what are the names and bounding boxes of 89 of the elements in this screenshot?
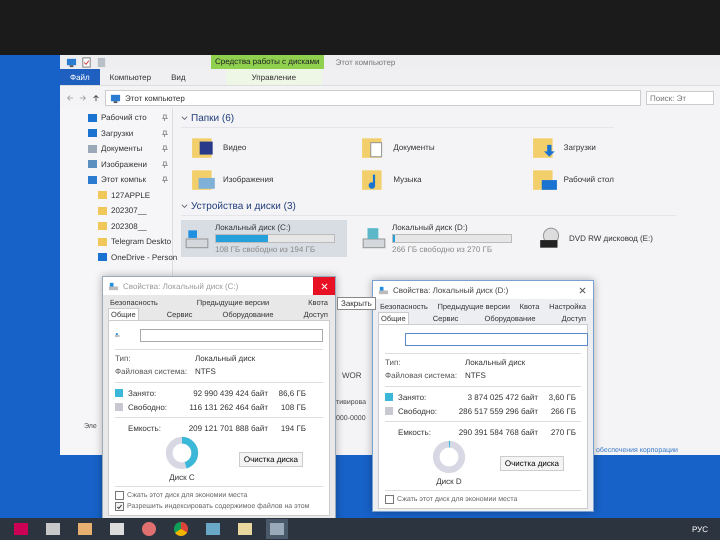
dialog-title: Свойства: Локальный диск (D:) (393, 286, 510, 294)
checkbox[interactable] (115, 491, 124, 500)
pin-icon[interactable] (161, 145, 168, 152)
language-indicator[interactable]: РУС (692, 524, 708, 534)
folder-item[interactable]: Документы (361, 134, 435, 160)
field-label: Занято: (398, 392, 428, 402)
checkbox[interactable] (115, 502, 124, 511)
close-button[interactable] (313, 277, 335, 295)
background-text: WOR (342, 371, 362, 380)
tooltip: Закрыть (337, 297, 376, 310)
used-swatch (385, 393, 393, 401)
disk-label: Диск C (169, 473, 195, 482)
chevron-icon (181, 115, 188, 122)
drive-name-field[interactable] (140, 328, 323, 342)
folder-item[interactable]: Видео (191, 134, 246, 160)
pin-icon[interactable] (161, 114, 168, 122)
back-arrow-icon[interactable] (66, 94, 74, 102)
field-value: 108 ГБ (280, 402, 306, 412)
sidebar-item[interactable]: 202308__ (98, 218, 163, 234)
field-value: Локальный диск (195, 354, 256, 365)
ribbon-tab[interactable]: Вид (161, 69, 196, 85)
field-value: 194 ГБ (280, 424, 306, 432)
folder-item[interactable]: Музыка (361, 166, 422, 192)
field-label: Тип: (385, 358, 402, 369)
context-tab-header: Средства работы с дисками (211, 54, 324, 70)
disk-cleanup-button[interactable]: Очистка диска (238, 452, 304, 466)
pin-icon[interactable] (161, 160, 168, 168)
drive-item[interactable]: DVD RW дисковод (E:) (535, 220, 701, 257)
drive-item[interactable]: Локальный диск (C:) 108 ГБ свободно из 194 ГБ (181, 220, 347, 257)
field-value: 286 517 559 296 байт (458, 406, 538, 416)
field-value: 266 ГБ (550, 406, 576, 416)
drive-icon[interactable] (266, 519, 288, 539)
field-value: 86,6 ГБ (278, 388, 306, 398)
drive-icon (108, 280, 119, 292)
dialog-title: Свойства: Локальный диск (C:) (123, 282, 240, 290)
sidebar-item[interactable]: 127APPLE (98, 188, 163, 203)
field-value: Локальный диск (465, 358, 526, 369)
disk-cleanup-button[interactable]: Очистка диска (500, 456, 564, 470)
folder-item[interactable]: Изображения (191, 166, 274, 192)
close-icon[interactable] (578, 286, 586, 294)
field-value: 270 ГБ (550, 428, 576, 436)
sidebar-item[interactable]: OneDrive - Person (98, 250, 178, 265)
drive-name-field[interactable] (405, 332, 588, 346)
address-bar[interactable]: Этот компьютер (105, 90, 641, 106)
sidebar-item[interactable]: Рабочий сто (88, 110, 168, 126)
field-label: Свободно: (398, 406, 438, 416)
field-value: 290 391 584 768 байт (458, 428, 538, 436)
field-label: Емкость: (128, 424, 162, 432)
sidebar-item[interactable]: Изображени (88, 156, 168, 172)
pin-icon[interactable] (161, 176, 168, 184)
ribbon-tab[interactable]: Управление (226, 69, 322, 85)
folder-item[interactable]: Загрузки (532, 134, 596, 160)
field-label: Файловая система: (115, 367, 188, 378)
ribbon-tab[interactable]: Компьютер (100, 69, 162, 85)
free-swatch (115, 403, 123, 411)
sidebar-item[interactable]: Документы (88, 141, 168, 156)
search-field[interactable]: Поиск: Эт (646, 91, 714, 105)
window-title: Этот компьютер (336, 58, 396, 66)
field-value: 92 990 439 424 байт (192, 388, 268, 398)
folder-item[interactable]: Рабочий стол (532, 166, 614, 192)
free-swatch (385, 407, 393, 415)
drive-icon (378, 284, 389, 296)
field-value: 209 121 701 888 байт (188, 424, 268, 432)
field-value: NTFS (465, 371, 486, 382)
up-arrow-icon[interactable] (92, 94, 100, 102)
group-header[interactable]: Устройства и диски (3) (181, 198, 676, 216)
sidebar-item[interactable]: Этот компьк (88, 172, 168, 188)
ribbon-tab[interactable]: Файл (60, 69, 100, 85)
field-value: 3 874 025 472 байт (466, 392, 538, 402)
field-label: Емкость: (398, 428, 432, 436)
group-header[interactable]: Папки (6) (181, 110, 614, 128)
checkbox[interactable] (385, 495, 394, 504)
field-label: Тип: (115, 354, 132, 365)
chevron-icon (181, 203, 188, 210)
field-label: Файловая система: (385, 371, 458, 382)
used-swatch (115, 389, 123, 397)
field-value: NTFS (195, 367, 216, 378)
drive-item[interactable]: Локальный диск (D:) 266 ГБ свободно из 270 ГБ (358, 220, 524, 257)
checklist-icon[interactable] (81, 56, 92, 68)
disk-label: Диск D (436, 477, 462, 486)
field-label: Свободно: (128, 402, 168, 412)
forward-arrow-icon[interactable] (79, 94, 87, 102)
field-value: 3,60 ГБ (548, 392, 576, 402)
field-value: 116 131 262 464 байт (188, 402, 268, 412)
sidebar-item[interactable]: Telegram Deskto (98, 234, 172, 250)
field-label: Занято: (128, 388, 158, 398)
pin-icon[interactable] (161, 130, 168, 137)
sidebar-item[interactable]: 202307__ (98, 203, 163, 218)
sidebar-item[interactable]: Загрузки (88, 126, 168, 141)
